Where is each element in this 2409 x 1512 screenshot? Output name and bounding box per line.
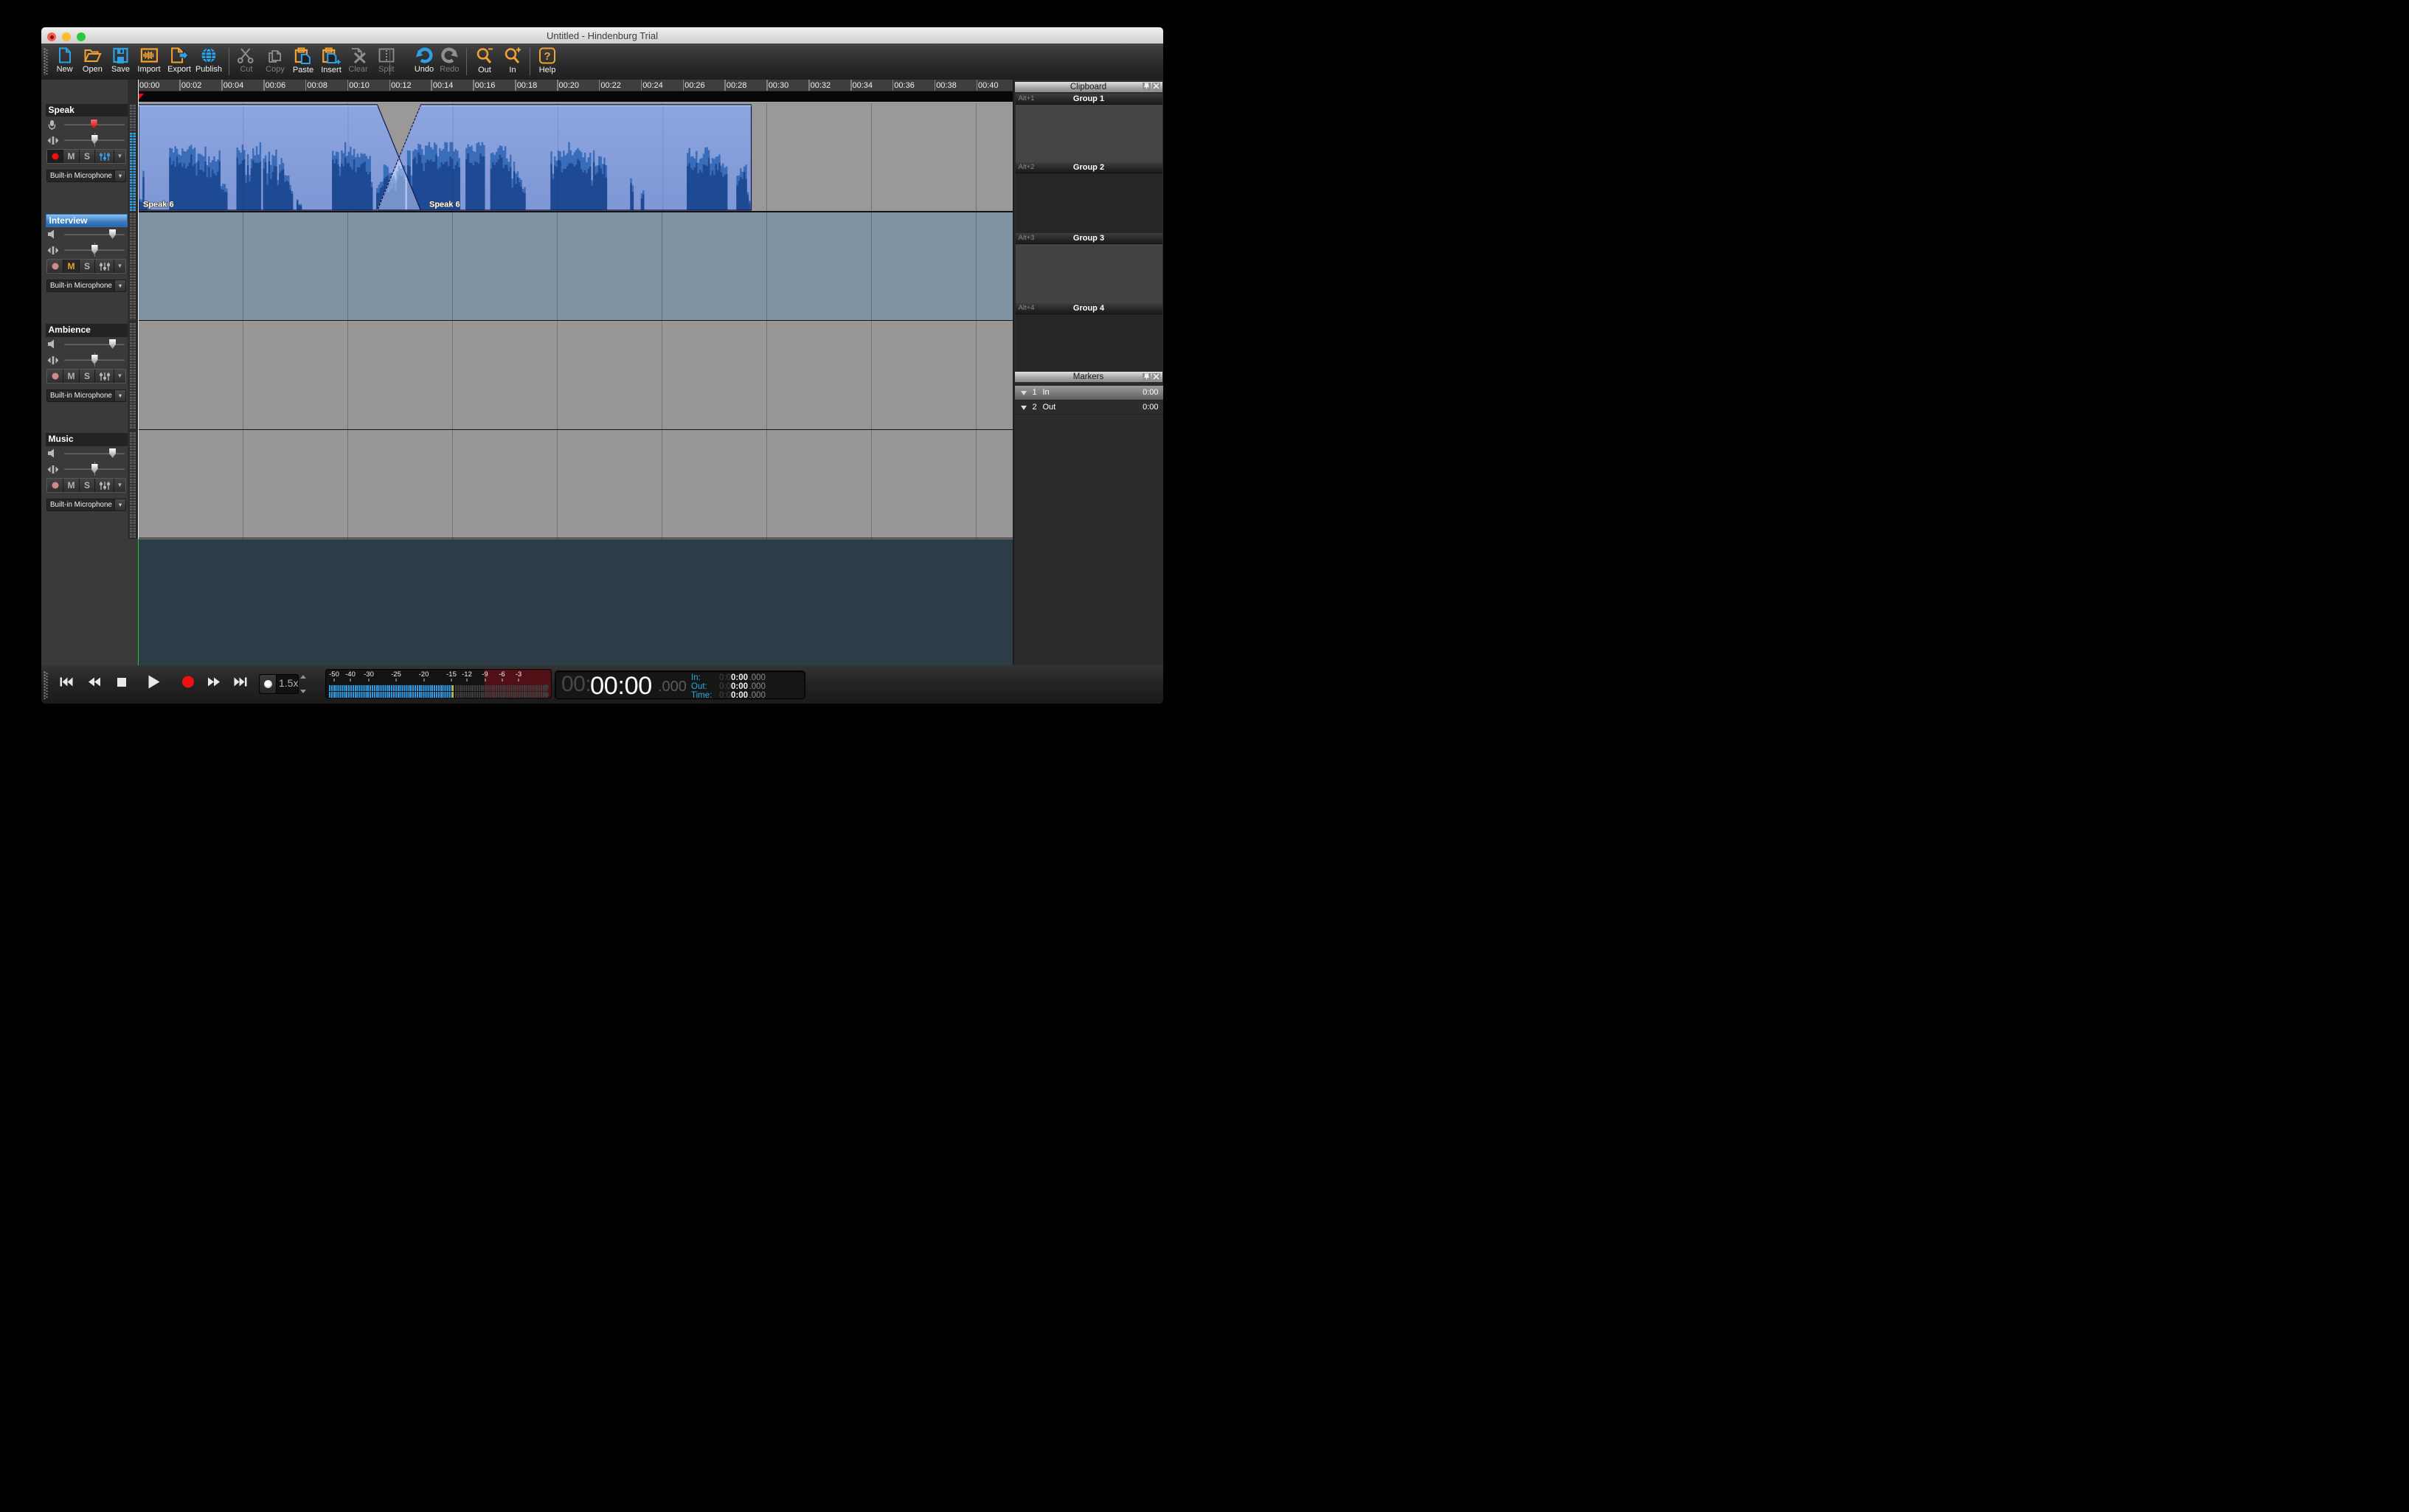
svg-text:Speak 6: Speak 6 — [429, 201, 460, 209]
svg-text:?: ? — [544, 50, 550, 63]
svg-text:Speak 6: Speak 6 — [143, 201, 174, 209]
